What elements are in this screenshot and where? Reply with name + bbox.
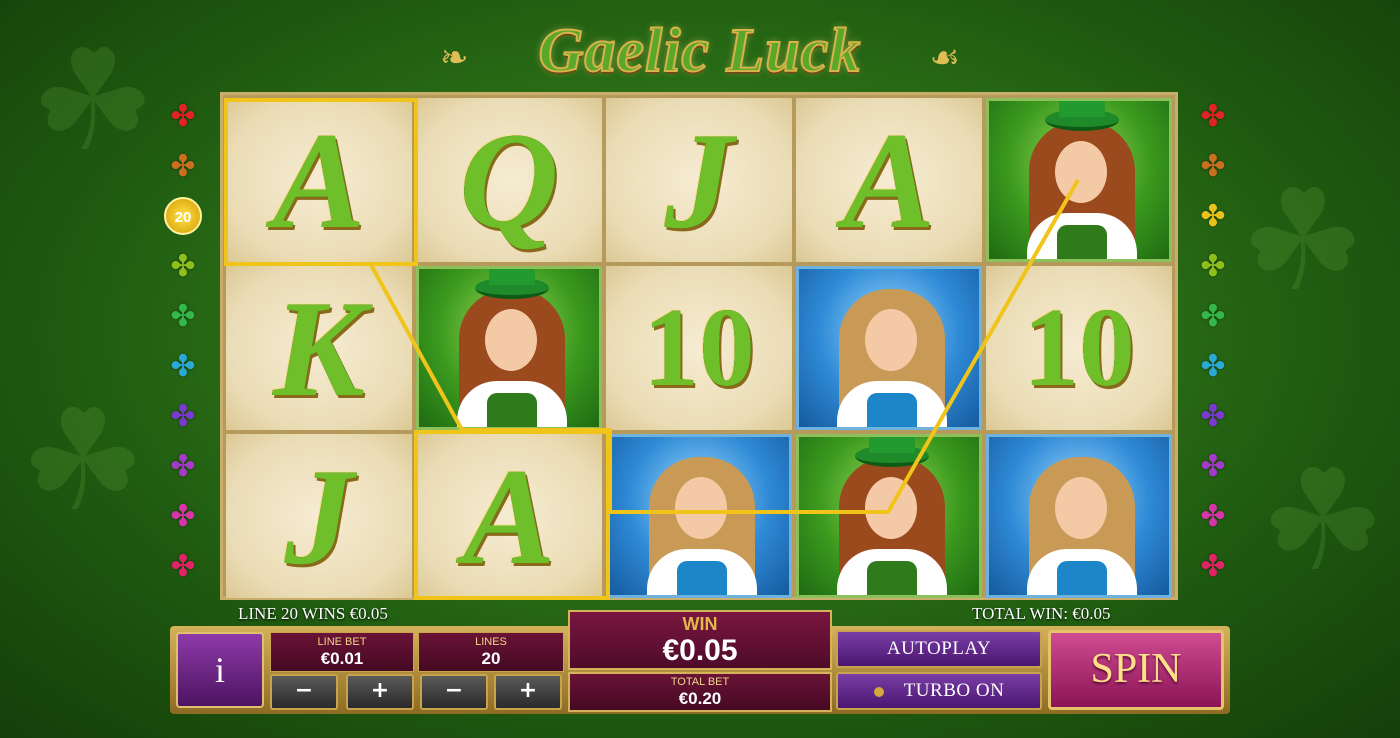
lines-label: LINES [475, 636, 507, 648]
payline-clover-icon[interactable]: ✤ [166, 450, 200, 484]
line-bet-value: €0.01 [320, 649, 364, 668]
payline-clover-icon[interactable]: ✤ [1196, 300, 1230, 334]
turbo-indicator-icon [873, 686, 884, 697]
win-label: WIN [682, 614, 718, 634]
payline-clover-icon[interactable]: ✤ [166, 550, 200, 584]
symbol-a: A [416, 434, 602, 598]
payline-clover-icon[interactable]: ✤ [1196, 450, 1230, 484]
symbol-blonde-girl [796, 266, 982, 430]
background-clover: ☘ [1260, 440, 1386, 603]
line-bet-plus-button[interactable]: + [346, 674, 414, 710]
lines-minus-button[interactable]: − [420, 674, 488, 710]
turbo-button[interactable]: TURBO ON [836, 672, 1042, 710]
payline-clover-icon[interactable]: ✤ [1196, 100, 1230, 134]
active-payline-badge[interactable]: 20 [164, 197, 202, 235]
payline-clover-icon[interactable]: ✤ [1196, 150, 1230, 184]
win-display: WIN €0.05 [568, 610, 832, 670]
payline-clover-icon[interactable]: ✤ [166, 250, 200, 284]
payline-clover-icon[interactable]: ✤ [166, 100, 200, 134]
line-bet-minus-button[interactable]: − [270, 674, 338, 710]
payline-clover-icon[interactable]: ✤ [1196, 250, 1230, 284]
symbol-q: Q [416, 98, 602, 262]
lines-plus-button[interactable]: + [494, 674, 562, 710]
symbol-10: 10 [606, 266, 792, 430]
total-win-message: TOTAL WIN: €0.05 [972, 604, 1111, 623]
payline-clover-icon[interactable]: ✤ [1196, 400, 1230, 434]
payline-indicators-right: ✤ ✤ ✤ ✤ ✤ ✤ ✤ ✤ ✤ ✤ [1192, 100, 1232, 590]
lines-value: 20 [481, 649, 501, 668]
payline-clover-icon[interactable]: ✤ [1196, 200, 1230, 234]
symbol-10: 10 [986, 266, 1172, 430]
line-bet-display: LINE BET €0.01 [270, 632, 414, 672]
background-clover: ☘ [20, 380, 146, 543]
payline-indicators-left: ✤ ✤ 20 ✤ ✤ ✤ ✤ ✤ ✤ ✤ [162, 100, 202, 590]
payline-clover-icon[interactable]: ✤ [1196, 500, 1230, 534]
background-clover: ☘ [30, 20, 156, 183]
game-title-logo: ❧ Gaelic Luck ☙ [440, 14, 960, 88]
total-bet-label: TOTAL BET [670, 676, 730, 688]
game-title: Gaelic Luck [538, 16, 862, 86]
reel-grid: A K J Q A J 10 A 10 [220, 92, 1178, 600]
symbol-a: A [226, 98, 412, 262]
total-bet-value: €0.20 [678, 689, 722, 708]
lines-display: LINES 20 [418, 632, 564, 672]
symbol-blonde-girl [986, 434, 1172, 598]
symbol-j: J [606, 98, 792, 262]
win-value: €0.05 [662, 634, 738, 667]
symbol-blonde-girl [606, 434, 792, 598]
payline-clover-icon[interactable]: ✤ [166, 400, 200, 434]
total-bet-display: TOTAL BET €0.20 [568, 672, 832, 712]
payline-clover-icon[interactable]: ✤ [166, 150, 200, 184]
payline-clover-icon[interactable]: ✤ [166, 300, 200, 334]
payline-clover-icon[interactable]: ✤ [166, 500, 200, 534]
spin-button[interactable]: SPIN [1048, 630, 1224, 710]
line-bet-label: LINE BET [317, 636, 367, 648]
info-button[interactable]: i [176, 632, 264, 708]
symbol-a: A [796, 98, 982, 262]
line-win-message: LINE 20 WINS €0.05 [238, 604, 388, 623]
background-clover: ☘ [1240, 160, 1366, 323]
symbol-redhead-leprechaun-girl [986, 98, 1172, 262]
symbol-k: K [226, 266, 412, 430]
symbol-j: J [226, 434, 412, 598]
payline-clover-icon[interactable]: ✤ [1196, 550, 1230, 584]
turbo-label: TURBO ON [903, 680, 1005, 701]
payline-clover-icon[interactable]: ✤ [1196, 350, 1230, 384]
symbol-redhead-leprechaun-girl [796, 434, 982, 598]
swirl-right-ornament: ☙ [929, 38, 960, 78]
autoplay-button[interactable]: AUTOPLAY [836, 630, 1042, 668]
payline-clover-icon[interactable]: ✤ [166, 350, 200, 384]
swirl-left-ornament: ❧ [440, 38, 469, 78]
symbol-redhead-leprechaun-girl [416, 266, 602, 430]
